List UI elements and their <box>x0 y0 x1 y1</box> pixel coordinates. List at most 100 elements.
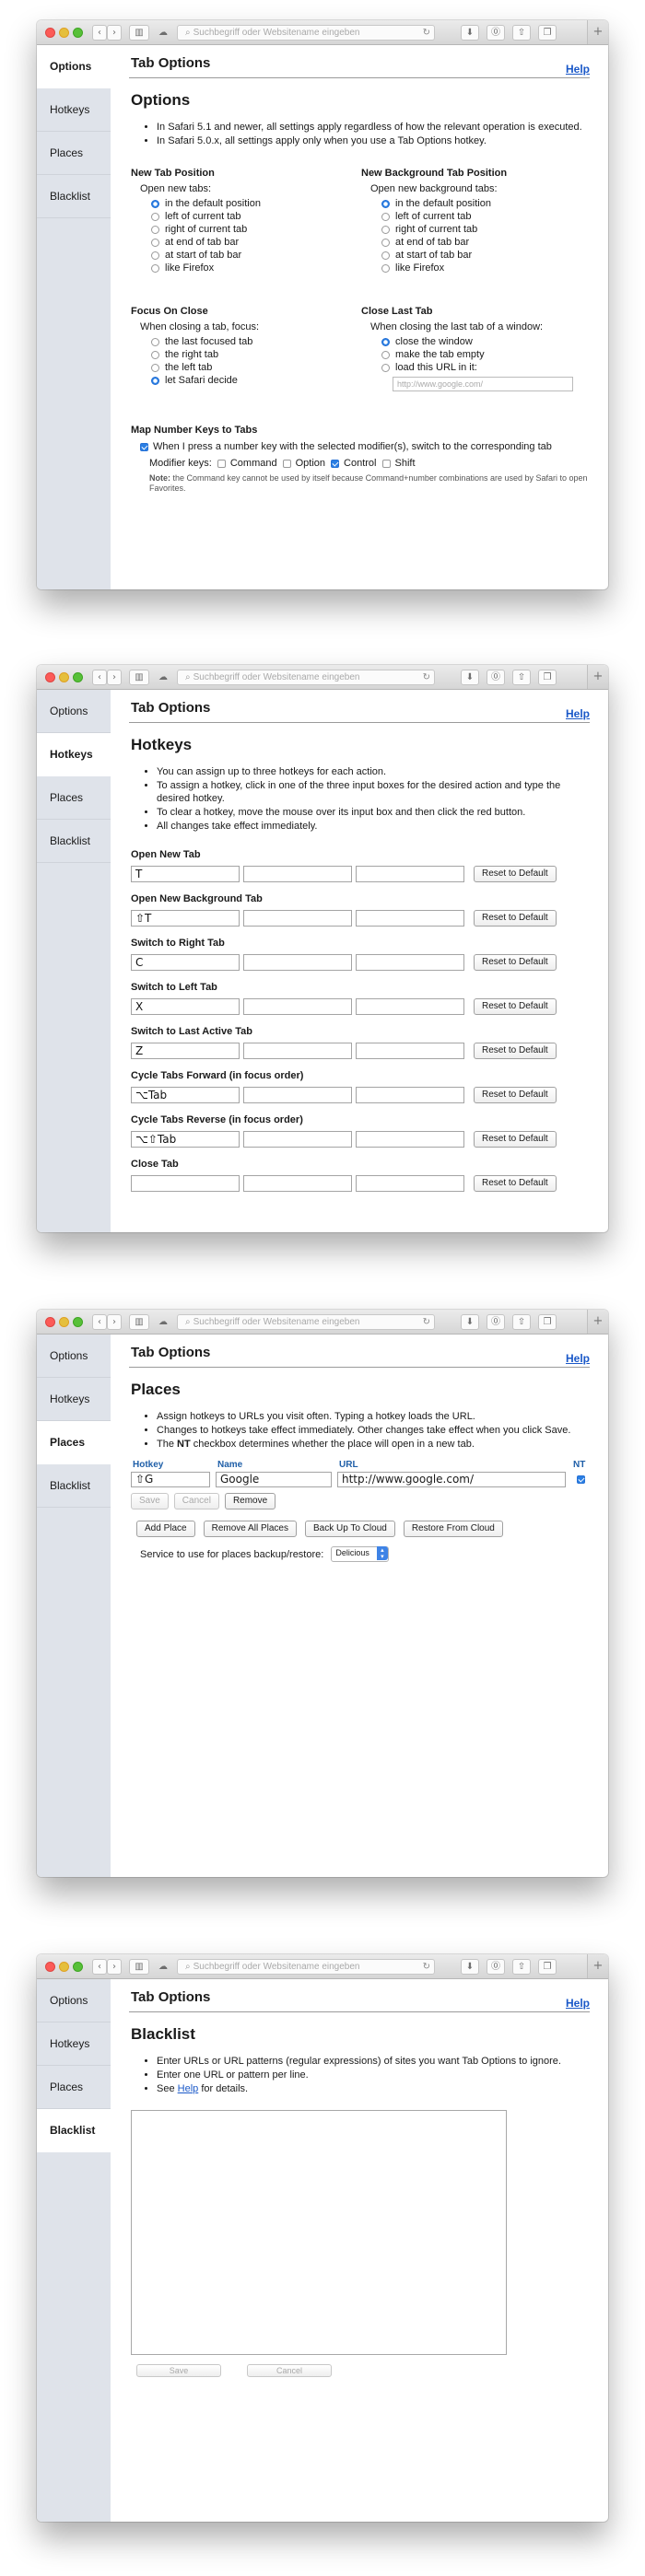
add-place-button[interactable]: Add Place <box>136 1521 195 1537</box>
radio-option[interactable]: at start of tab bar <box>381 249 590 262</box>
sidebar-item-options[interactable]: Options <box>37 1335 111 1378</box>
radio-option[interactable]: left of current tab <box>151 210 359 223</box>
sidebar-icon[interactable]: ▥ <box>129 25 149 41</box>
back-icon[interactable]: ‹ <box>92 670 107 685</box>
radio-option[interactable]: make the tab empty <box>381 348 590 361</box>
hotkey-input[interactable]: Z <box>131 1043 240 1059</box>
new-tab-plus-icon[interactable]: + <box>587 1954 608 1978</box>
sidebar-item-blacklist[interactable]: Blacklist <box>37 175 111 218</box>
new-tab-plus-icon[interactable]: + <box>587 665 608 689</box>
extension-icon[interactable]: ⓪ <box>487 1959 505 1975</box>
sidebar-item-places[interactable]: Places <box>37 1421 111 1464</box>
map-number-keys-option[interactable]: When I press a number key with the selec… <box>140 440 590 453</box>
sidebar-icon[interactable]: ▥ <box>129 1959 149 1975</box>
sidebar-item-hotkeys[interactable]: Hotkeys <box>37 88 111 132</box>
zoom-window-button[interactable] <box>73 672 83 682</box>
forward-icon[interactable]: › <box>107 1959 122 1975</box>
hotkey-input[interactable] <box>356 1043 464 1059</box>
reload-icon[interactable]: ↻ <box>423 1315 430 1329</box>
hotkey-input[interactable] <box>356 1131 464 1148</box>
reset-to-default-button[interactable]: Reset to Default <box>474 1087 557 1103</box>
radio-option[interactable]: the left tab <box>151 361 359 374</box>
tabs-overview-icon[interactable]: ❐ <box>538 1314 557 1330</box>
hotkey-input[interactable] <box>356 910 464 927</box>
radio-option[interactable]: in the default position <box>381 197 590 210</box>
radio-icon[interactable] <box>381 225 390 234</box>
radio-selected-icon[interactable] <box>381 337 390 346</box>
back-icon[interactable]: ‹ <box>92 25 107 41</box>
zoom-window-button[interactable] <box>73 28 83 38</box>
radio-option[interactable]: in the default position <box>151 197 359 210</box>
sidebar-item-hotkeys[interactable]: Hotkeys <box>37 733 111 776</box>
minimize-window-button[interactable] <box>59 672 69 682</box>
radio-icon[interactable] <box>151 350 159 359</box>
extension-icon[interactable]: ⓪ <box>487 1314 505 1330</box>
sidebar-item-places[interactable]: Places <box>37 776 111 820</box>
sidebar-item-options[interactable]: Options <box>37 1979 111 2022</box>
reset-to-default-button[interactable]: Reset to Default <box>474 998 557 1015</box>
checkbox-command[interactable] <box>217 459 226 468</box>
radio-selected-icon[interactable] <box>151 199 159 208</box>
cloud-icon[interactable]: ☁ <box>155 25 171 41</box>
minimize-window-button[interactable] <box>59 1317 69 1327</box>
sidebar-icon[interactable]: ▥ <box>129 670 149 685</box>
cloud-icon[interactable]: ☁ <box>155 1959 171 1975</box>
sidebar-item-hotkeys[interactable]: Hotkeys <box>37 2022 111 2066</box>
radio-option[interactable]: at start of tab bar <box>151 249 359 262</box>
radio-option[interactable]: the right tab <box>151 348 359 361</box>
checkbox-control[interactable] <box>331 459 340 468</box>
address-bar[interactable]: ⌕ Suchbegriff oder Websitename eingeben ↻ <box>177 1314 435 1330</box>
place-url-input[interactable]: http://www.google.com/ <box>337 1472 566 1487</box>
sidebar-item-options[interactable]: Options <box>37 45 111 88</box>
radio-icon[interactable] <box>151 363 159 372</box>
radio-option[interactable]: at end of tab bar <box>151 236 359 249</box>
hotkey-input[interactable]: C <box>131 954 240 971</box>
address-bar[interactable]: ⌕ Suchbegriff oder Websitename eingeben ↻ <box>177 670 435 685</box>
new-tab-plus-icon[interactable]: + <box>587 20 608 44</box>
tabs-overview-icon[interactable]: ❐ <box>538 1959 557 1975</box>
radio-icon[interactable] <box>151 337 159 346</box>
radio-option[interactable]: like Firefox <box>381 262 590 274</box>
restore-from-cloud-button[interactable]: Restore From Cloud <box>403 1521 503 1537</box>
radio-icon[interactable] <box>381 363 390 372</box>
place-nt-checkbox[interactable] <box>577 1475 585 1484</box>
cancel-button[interactable]: Cancel <box>247 2364 332 2377</box>
hotkey-input[interactable] <box>356 998 464 1015</box>
download-icon[interactable]: ⬇ <box>461 670 479 685</box>
download-icon[interactable]: ⬇ <box>461 1314 479 1330</box>
checkbox-shift[interactable] <box>381 459 391 468</box>
help-inline-link[interactable]: Help <box>178 2083 199 2094</box>
cloud-icon[interactable]: ☁ <box>155 670 171 685</box>
radio-option[interactable]: right of current tab <box>381 223 590 236</box>
hotkey-input[interactable] <box>356 1087 464 1103</box>
save-button[interactable]: Save <box>131 1493 169 1509</box>
cloud-icon[interactable]: ☁ <box>155 1314 171 1330</box>
help-link[interactable]: Help <box>566 63 590 76</box>
radio-icon[interactable] <box>381 263 390 273</box>
backup-to-cloud-button[interactable]: Back Up To Cloud <box>304 1521 395 1537</box>
close-window-button[interactable] <box>45 1962 55 1972</box>
sidebar-item-blacklist[interactable]: Blacklist <box>37 1464 111 1508</box>
reset-to-default-button[interactable]: Reset to Default <box>474 1131 557 1148</box>
sidebar-item-hotkeys[interactable]: Hotkeys <box>37 1378 111 1421</box>
hotkey-input[interactable] <box>243 1131 352 1148</box>
radio-option[interactable]: left of current tab <box>381 210 590 223</box>
last-tab-url-input[interactable]: http://www.google.com/ <box>393 377 573 391</box>
blacklist-textarea[interactable] <box>131 2110 507 2355</box>
share-icon[interactable]: ⇧ <box>512 1314 531 1330</box>
radio-icon[interactable] <box>151 225 159 234</box>
close-window-button[interactable] <box>45 28 55 38</box>
extension-icon[interactable]: ⓪ <box>487 670 505 685</box>
minimize-window-button[interactable] <box>59 1962 69 1972</box>
checkbox-checked-icon[interactable] <box>140 442 148 451</box>
back-icon[interactable]: ‹ <box>92 1314 107 1330</box>
remove-all-places-button[interactable]: Remove All Places <box>203 1521 297 1537</box>
share-icon[interactable]: ⇧ <box>512 670 531 685</box>
sidebar-item-places[interactable]: Places <box>37 2066 111 2109</box>
radio-option[interactable]: load this URL in it: <box>381 361 590 374</box>
hotkey-input[interactable] <box>243 1043 352 1059</box>
remove-button[interactable]: Remove <box>224 1493 276 1509</box>
hotkey-input[interactable]: ⌥⇧Tab <box>131 1131 240 1148</box>
tabs-overview-icon[interactable]: ❐ <box>538 25 557 41</box>
radio-option[interactable]: let Safari decide <box>151 374 359 387</box>
